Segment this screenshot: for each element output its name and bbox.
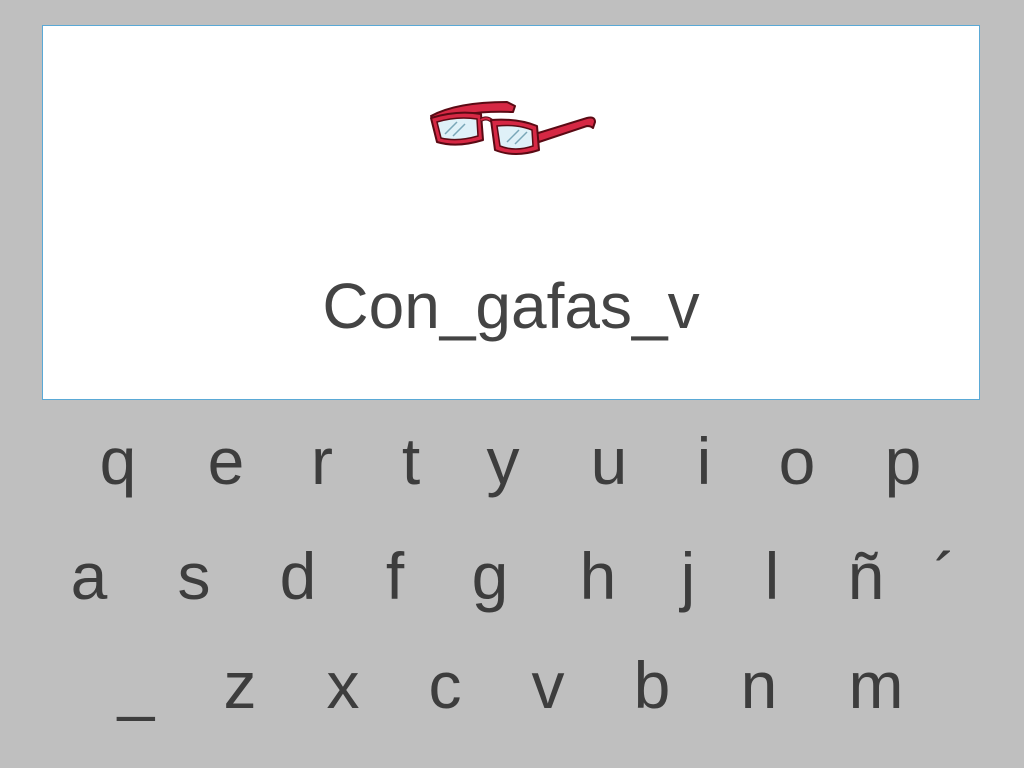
key-u[interactable]: u [574,428,644,494]
key-c[interactable]: c [410,652,480,718]
key-y[interactable]: y [468,428,538,494]
key-d[interactable]: d [263,543,333,609]
target-phrase: Con_gafas_v [322,270,700,342]
key-z[interactable]: z [205,652,275,718]
key-p[interactable]: p [868,428,938,494]
key-b[interactable]: b [617,652,687,718]
key-h[interactable]: h [563,543,633,609]
key-t[interactable]: t [376,428,446,494]
app-stage: Con_gafas_v q e r t y u i o p a s d f g … [0,0,1024,768]
key-a[interactable]: a [54,543,124,609]
key-s[interactable]: s [159,543,229,609]
key-n-tilde[interactable]: ñ [831,543,901,609]
key-n[interactable]: n [724,652,794,718]
key-underscore[interactable]: _ [101,652,171,718]
key-m[interactable]: m [841,652,911,718]
key-j[interactable]: j [653,543,723,609]
key-acute-accent[interactable]: ´ [910,543,980,609]
key-o[interactable]: o [762,428,832,494]
key-x[interactable]: x [308,652,378,718]
key-q[interactable]: q [83,428,153,494]
key-g[interactable]: g [455,543,525,609]
key-l[interactable]: l [737,543,807,609]
key-f[interactable]: f [360,543,430,609]
key-v[interactable]: v [513,652,583,718]
key-e[interactable]: e [191,428,261,494]
glasses-icon [430,101,596,155]
key-i[interactable]: i [669,428,739,494]
prompt-panel: Con_gafas_v [42,25,980,400]
key-r[interactable]: r [287,428,357,494]
